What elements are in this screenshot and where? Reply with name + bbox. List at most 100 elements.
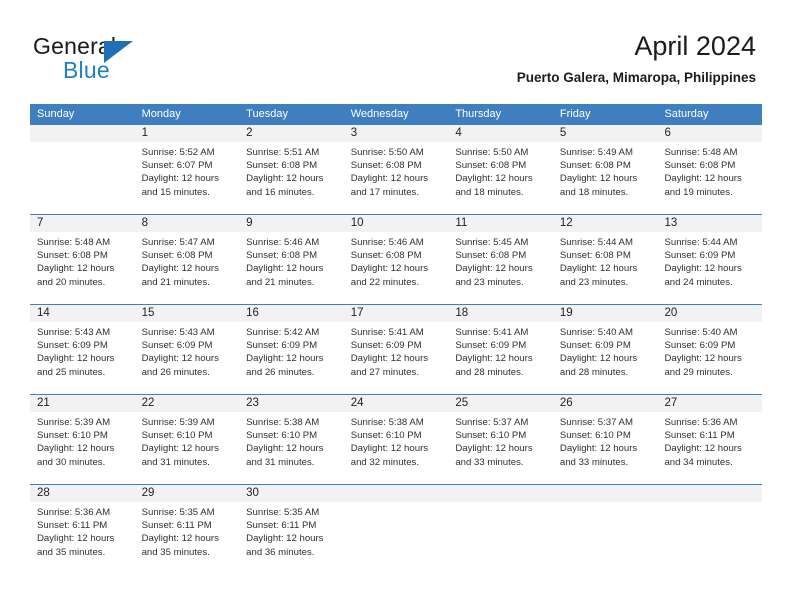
day-cell[interactable]: 4 Sunrise: 5:50 AM Sunset: 6:08 PM Daylight… <box>448 125 553 214</box>
day-cell[interactable]: 27 Sunrise: 5:36 AM Sunset: 6:11 PM Dayligh… <box>657 395 763 484</box>
sunset-time: Sunset: 6:09 PM <box>664 340 736 352</box>
day-cell[interactable]: 12 Sunrise: 5:44 AM Sunset: 6:08 PM Dayligh… <box>552 215 658 304</box>
sunrise-time: Sunrise: 5:36 AM <box>37 507 111 518</box>
sunset-time: Sunset: 6:10 PM <box>141 430 213 442</box>
day-number-band <box>343 485 449 502</box>
day-cell[interactable]: 14 Sunrise: 5:43 AM Sunset: 6:09 PM Dayligh… <box>30 305 135 394</box>
daylight-duration-line2: and 22 minutes. <box>350 276 420 288</box>
sunset-time: Sunset: 6:10 PM <box>246 430 318 442</box>
day-number-band: 27 <box>657 395 763 412</box>
daylight-duration-line2: and 18 minutes. <box>455 186 524 198</box>
day-number: 9 <box>246 217 253 229</box>
sunset-time: Sunset: 6:08 PM <box>350 250 422 262</box>
sunrise-time: Sunrise: 5:52 AM <box>141 147 215 158</box>
daylight-duration-line2: and 23 minutes. <box>559 276 629 288</box>
day-number-band: 11 <box>448 215 553 232</box>
sunrise-time: Sunrise: 5:40 AM <box>559 327 633 338</box>
day-cell[interactable]: 15 Sunrise: 5:43 AM Sunset: 6:09 PM Dayligh… <box>134 305 240 394</box>
daylight-duration-line2: and 26 minutes. <box>141 366 210 378</box>
day-details: Sunrise: 5:36 AM Sunset: 6:11 PM Daylight:… <box>657 412 762 469</box>
day-number-band: 24 <box>343 395 449 412</box>
sunrise-time: Sunrise: 5:37 AM <box>559 417 633 428</box>
daylight-duration-line1: Daylight: 12 hours <box>664 173 742 185</box>
day-cell[interactable]: 29 Sunrise: 5:35 AM Sunset: 6:11 PM Dayligh… <box>134 485 240 574</box>
day-details: Sunrise: 5:39 AM Sunset: 6:10 PM Daylight:… <box>135 412 240 469</box>
sunset-time: Sunset: 6:07 PM <box>141 160 213 172</box>
day-number-band: 12 <box>552 215 658 232</box>
day-number-band: 23 <box>239 395 344 412</box>
day-cell[interactable]: 19 Sunrise: 5:40 AM Sunset: 6:09 PM Dayligh… <box>552 305 658 394</box>
day-cell[interactable]: 11 Sunrise: 5:45 AM Sunset: 6:08 PM Dayligh… <box>448 215 553 304</box>
day-cell[interactable]: 28 Sunrise: 5:36 AM Sunset: 6:11 PM Dayligh… <box>30 485 135 574</box>
day-number-band: 14 <box>30 305 135 322</box>
daylight-duration-line2: and 33 minutes. <box>455 456 524 468</box>
day-details: Sunrise: 5:45 AM Sunset: 6:08 PM Daylight:… <box>448 232 553 289</box>
sunrise-time: Sunrise: 5:49 AM <box>559 147 633 158</box>
day-cell[interactable]: 26 Sunrise: 5:37 AM Sunset: 6:10 PM Dayligh… <box>552 395 658 484</box>
day-details: Sunrise: 5:50 AM Sunset: 6:08 PM Daylight:… <box>344 142 449 199</box>
day-number-band: 6 <box>657 125 763 142</box>
day-details: Sunrise: 5:44 AM Sunset: 6:08 PM Daylight:… <box>553 232 658 289</box>
day-cell[interactable]: 7 Sunrise: 5:48 AM Sunset: 6:08 PM Daylight… <box>30 215 135 304</box>
daylight-duration-line1: Daylight: 12 hours <box>37 443 115 455</box>
day-details: Sunrise: 5:42 AM Sunset: 6:09 PM Daylight:… <box>239 322 344 379</box>
sunset-time: Sunset: 6:08 PM <box>246 250 318 262</box>
day-cell[interactable]: 9 Sunrise: 5:46 AM Sunset: 6:08 PM Daylight… <box>239 215 344 304</box>
day-details: Sunrise: 5:47 AM Sunset: 6:08 PM Daylight:… <box>135 232 240 289</box>
daylight-duration-line1: Daylight: 12 hours <box>350 443 429 455</box>
day-cell[interactable]: 25 Sunrise: 5:37 AM Sunset: 6:10 PM Dayligh… <box>448 395 553 484</box>
day-details: Sunrise: 5:49 AM Sunset: 6:08 PM Daylight:… <box>553 142 658 199</box>
day-cell[interactable]: 23 Sunrise: 5:38 AM Sunset: 6:10 PM Dayligh… <box>239 395 344 484</box>
sunrise-time: Sunrise: 5:48 AM <box>664 147 738 158</box>
sunrise-time: Sunrise: 5:37 AM <box>455 417 529 428</box>
day-cell[interactable]: 30 Sunrise: 5:35 AM Sunset: 6:11 PM Dayligh… <box>239 485 344 574</box>
day-cell[interactable]: 6 Sunrise: 5:48 AM Sunset: 6:08 PM Daylight… <box>657 125 763 214</box>
day-cell[interactable]: 21 Sunrise: 5:39 AM Sunset: 6:10 PM Dayligh… <box>30 395 135 484</box>
day-cell-empty <box>343 485 449 574</box>
brand-logo[interactable]: General Blue <box>33 33 253 88</box>
sunrise-time: Sunrise: 5:38 AM <box>350 417 424 428</box>
day-cell[interactable]: 1 Sunrise: 5:52 AM Sunset: 6:07 PM Daylight… <box>134 125 240 214</box>
day-cell[interactable]: 24 Sunrise: 5:38 AM Sunset: 6:10 PM Dayligh… <box>343 395 449 484</box>
day-details: Sunrise: 5:52 AM Sunset: 6:07 PM Daylight:… <box>135 142 240 199</box>
day-details: Sunrise: 5:46 AM Sunset: 6:08 PM Daylight:… <box>344 232 449 289</box>
day-number: 24 <box>350 397 364 409</box>
day-number: 15 <box>141 307 155 319</box>
day-cell[interactable]: 8 Sunrise: 5:47 AM Sunset: 6:08 PM Daylight… <box>134 215 240 304</box>
day-details: Sunrise: 5:46 AM Sunset: 6:08 PM Daylight:… <box>239 232 344 289</box>
day-number-band: 25 <box>448 395 553 412</box>
day-details: Sunrise: 5:37 AM Sunset: 6:10 PM Daylight:… <box>448 412 553 469</box>
daylight-duration-line2: and 32 minutes. <box>350 456 420 468</box>
day-details: Sunrise: 5:38 AM Sunset: 6:10 PM Daylight:… <box>344 412 449 469</box>
sunset-time: Sunset: 6:10 PM <box>37 430 108 442</box>
sunrise-time: Sunrise: 5:36 AM <box>664 417 738 428</box>
day-cell[interactable]: 10 Sunrise: 5:46 AM Sunset: 6:08 PM Dayligh… <box>343 215 449 304</box>
daylight-duration-line2: and 20 minutes. <box>37 276 106 288</box>
day-number-band: 1 <box>134 125 240 142</box>
day-cell[interactable]: 3 Sunrise: 5:50 AM Sunset: 6:08 PM Daylight… <box>343 125 449 214</box>
day-details <box>448 502 553 506</box>
day-cell[interactable]: 13 Sunrise: 5:44 AM Sunset: 6:09 PM Dayligh… <box>657 215 763 304</box>
day-cell[interactable]: 2 Sunrise: 5:51 AM Sunset: 6:08 PM Daylight… <box>239 125 344 214</box>
daylight-duration-line2: and 18 minutes. <box>559 186 629 198</box>
day-cell[interactable]: 20 Sunrise: 5:40 AM Sunset: 6:09 PM Dayligh… <box>657 305 763 394</box>
sunrise-time: Sunrise: 5:43 AM <box>141 327 215 338</box>
day-cell[interactable]: 5 Sunrise: 5:49 AM Sunset: 6:08 PM Daylight… <box>552 125 658 214</box>
day-cell[interactable]: 17 Sunrise: 5:41 AM Sunset: 6:09 PM Dayligh… <box>343 305 449 394</box>
daylight-duration-line1: Daylight: 12 hours <box>455 173 533 185</box>
day-number-band <box>30 125 135 142</box>
day-details: Sunrise: 5:41 AM Sunset: 6:09 PM Daylight:… <box>448 322 553 379</box>
day-number: 10 <box>350 217 364 229</box>
weekday-saturday: Saturday <box>664 108 709 120</box>
daylight-duration-line2: and 24 minutes. <box>664 276 733 288</box>
day-cell[interactable]: 22 Sunrise: 5:39 AM Sunset: 6:10 PM Dayligh… <box>134 395 240 484</box>
daylight-duration-line2: and 19 minutes. <box>664 186 733 198</box>
calendar-week-row: 7 Sunrise: 5:48 AM Sunset: 6:08 PM Daylight… <box>30 214 763 304</box>
day-details: Sunrise: 5:40 AM Sunset: 6:09 PM Daylight:… <box>657 322 762 379</box>
day-cell[interactable]: 16 Sunrise: 5:42 AM Sunset: 6:09 PM Dayligh… <box>239 305 344 394</box>
sunset-time: Sunset: 6:11 PM <box>246 520 317 532</box>
day-details: Sunrise: 5:36 AM Sunset: 6:11 PM Daylight:… <box>30 502 135 559</box>
day-cell[interactable]: 18 Sunrise: 5:41 AM Sunset: 6:09 PM Dayligh… <box>448 305 553 394</box>
day-details: Sunrise: 5:48 AM Sunset: 6:08 PM Daylight:… <box>30 232 135 289</box>
day-number-band: 7 <box>30 215 135 232</box>
